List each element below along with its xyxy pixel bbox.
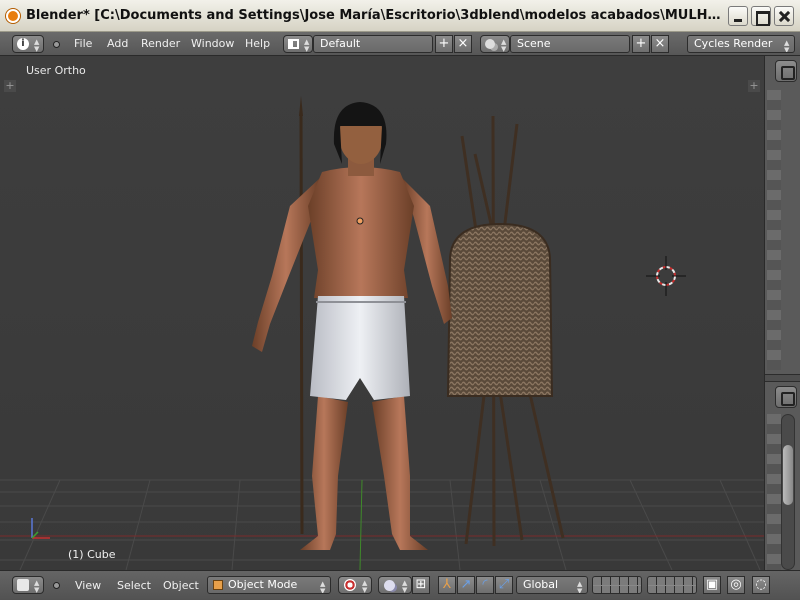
viewport-scene: [0, 96, 764, 570]
rotate-manipulator-button[interactable]: ◜: [476, 576, 494, 594]
manipulator-toggle[interactable]: ⅄: [438, 576, 456, 594]
scale-manipulator-button[interactable]: ⤢: [495, 576, 513, 594]
translate-manipulator-button[interactable]: ↗: [457, 576, 475, 594]
properties-scroll-thumb[interactable]: [783, 445, 793, 505]
header-overflow-button[interactable]: ◌: [752, 576, 770, 594]
pivot-icon: [384, 580, 395, 591]
pivot-center-icon: ⊞: [415, 577, 427, 592]
close-icon: ×: [457, 36, 469, 51]
collapse-menu-toggle[interactable]: [53, 582, 60, 589]
translate-arrow-icon: ↗: [460, 577, 472, 592]
menu-add[interactable]: Add: [107, 37, 128, 53]
chevron-updown-icon: ▲ ▼: [577, 580, 583, 594]
add-screen-button[interactable]: +: [435, 35, 453, 53]
pivot-point-button[interactable]: ▲ ▼: [378, 576, 412, 594]
render-icon: ◎: [730, 577, 742, 592]
chevron-updown-icon: ▲ ▼: [784, 39, 790, 53]
outliner-area: [767, 90, 781, 370]
menu-object[interactable]: Object: [163, 579, 199, 595]
properties-editor-button[interactable]: [775, 60, 797, 82]
cube-icon: [17, 579, 29, 591]
viewport-shading-button[interactable]: ▲ ▼: [338, 576, 372, 594]
menu-help[interactable]: Help: [245, 37, 270, 53]
y-axis-line: [359, 479, 363, 570]
right-editor-strip: [764, 56, 800, 570]
3d-viewport[interactable]: + + User Ortho (1) Cube: [0, 56, 764, 570]
area-splitter[interactable]: [765, 374, 800, 382]
menu-view[interactable]: View: [75, 579, 101, 595]
menu-file[interactable]: File: [74, 37, 92, 53]
scene-field[interactable]: Scene: [510, 35, 630, 53]
delete-scene-button[interactable]: ×: [651, 35, 669, 53]
active-object-label: (1) Cube: [68, 548, 116, 561]
plus-icon: +: [635, 36, 647, 51]
close-icon: ×: [654, 36, 666, 51]
layout-grid-icon: [288, 39, 299, 49]
chevron-updown-icon: ▲ ▼: [304, 38, 310, 53]
properties-area: [767, 414, 781, 570]
opengl-render-button[interactable]: ◎: [727, 576, 745, 594]
chevron-updown-icon: ▲ ▼: [501, 38, 507, 53]
layer-lock-button[interactable]: ▣: [703, 576, 721, 594]
scene-icon: [485, 39, 495, 49]
layers-icon: ▣: [705, 577, 719, 592]
pivot-manipulate-toggle[interactable]: ⊞: [412, 576, 430, 594]
info-icon: i: [17, 38, 29, 50]
render-engine-select[interactable]: Cycles Render ▲ ▼: [687, 35, 795, 53]
chevron-updown-icon: ▲ ▼: [34, 579, 40, 594]
view-label: User Ortho: [26, 64, 86, 77]
layer-buttons-group-2[interactable]: [647, 576, 697, 594]
maximize-button[interactable]: [751, 6, 771, 26]
overflow-icon: ◌: [755, 577, 767, 592]
manipulator-icon: ⅄: [443, 577, 451, 592]
add-scene-button[interactable]: +: [632, 35, 650, 53]
editor-type-button[interactable]: ▲ ▼: [12, 576, 44, 594]
chevron-updown-icon: ▲ ▼: [362, 579, 368, 594]
outliner-editor-button[interactable]: [775, 386, 797, 408]
3d-cursor: [646, 256, 686, 296]
3d-view-header: ▲ ▼ View Select Object Object Mode ▲ ▼ ▲ ▼ …: [0, 570, 800, 600]
properties-expand-button[interactable]: +: [748, 80, 760, 92]
axis-gizmo: [31, 518, 50, 539]
window-titlebar[interactable]: Blender* [C:\Documents and Settings\Jose…: [0, 0, 800, 32]
toolshelf-expand-button[interactable]: +: [4, 80, 16, 92]
chevron-updown-icon: ▲ ▼: [402, 579, 408, 594]
close-button[interactable]: [774, 6, 794, 26]
menu-select[interactable]: Select: [117, 579, 151, 595]
transform-orientation-select[interactable]: Global ▲ ▼: [516, 576, 588, 594]
shading-icon: [344, 579, 356, 591]
editor-type-button[interactable]: i ▲ ▼: [12, 35, 44, 53]
chevron-updown-icon: ▲ ▼: [34, 38, 40, 53]
layer-buttons-group-1[interactable]: [592, 576, 642, 594]
rotate-arc-icon: ◜: [482, 577, 488, 592]
scale-icon: ⤢: [498, 577, 510, 592]
plus-icon: +: [438, 36, 450, 51]
chevron-updown-icon: ▲ ▼: [320, 580, 326, 594]
delete-screen-button[interactable]: ×: [454, 35, 472, 53]
minimize-button[interactable]: [728, 6, 748, 26]
wicker-shield: [446, 222, 554, 397]
menu-window[interactable]: Window: [191, 37, 234, 53]
window-title: Blender* [C:\Documents and Settings\Jose…: [26, 8, 726, 23]
blender-logo-icon: [6, 9, 20, 23]
character-model: [252, 102, 452, 550]
spear: [299, 110, 304, 535]
scene-browse-button[interactable]: ▲ ▼: [480, 35, 510, 53]
screen-layout-browse-button[interactable]: ▲ ▼: [283, 35, 313, 53]
menu-render[interactable]: Render: [141, 37, 180, 53]
mode-label: Object Mode: [228, 578, 298, 591]
object-mode-icon: [213, 580, 223, 590]
properties-scrollbar[interactable]: [781, 414, 795, 570]
info-header: i ▲ ▼ File Add Render Window Help ▲ ▼ Defa…: [0, 32, 800, 56]
collapse-menu-toggle[interactable]: [53, 41, 60, 48]
render-engine-label: Cycles Render: [694, 37, 773, 50]
orientation-label: Global: [523, 578, 559, 591]
mode-select[interactable]: Object Mode ▲ ▼: [207, 576, 331, 594]
screen-layout-field[interactable]: Default: [313, 35, 433, 53]
